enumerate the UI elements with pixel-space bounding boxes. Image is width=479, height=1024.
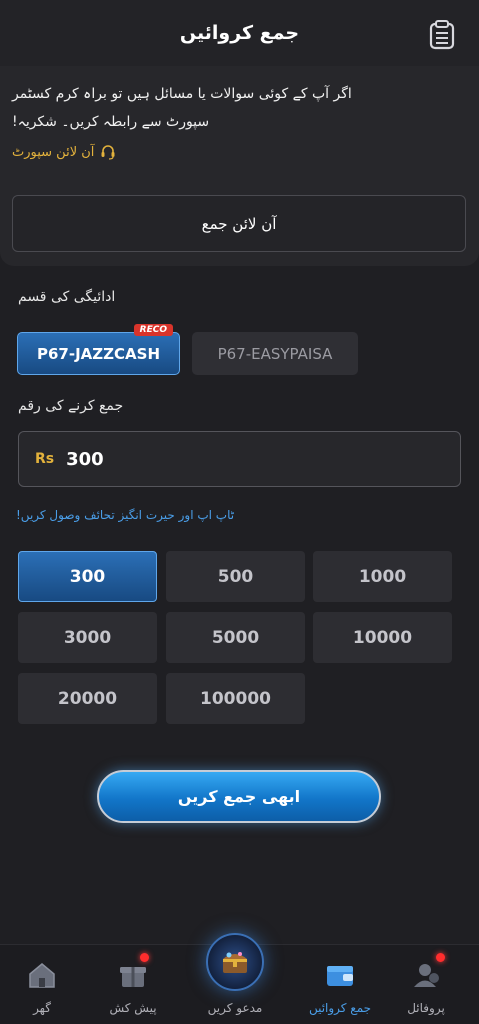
deposit-now-button[interactable]: ابھی جمع کریں bbox=[97, 770, 381, 823]
gift-icon bbox=[120, 967, 146, 987]
offers-notification-dot bbox=[140, 953, 149, 962]
tab-home[interactable]: گھر bbox=[2, 955, 82, 1021]
online-support-label: آن لائن سپورٹ bbox=[12, 144, 95, 160]
payment-type-label: ادائیگی کی قسم bbox=[18, 289, 116, 305]
home-icon bbox=[29, 963, 55, 988]
headset-icon bbox=[101, 145, 115, 160]
header: جمع کروائیں bbox=[0, 0, 479, 66]
recommended-badge: RECO bbox=[133, 324, 173, 336]
amount-option-3000[interactable]: 3000 bbox=[18, 612, 157, 663]
payment-method-easypaisa[interactable]: P67-EASYPAISA bbox=[192, 332, 358, 375]
amount-option-100000[interactable]: 100000 bbox=[166, 673, 305, 724]
treasure-chest-icon bbox=[223, 952, 247, 973]
tab-home-label: گھر bbox=[33, 1001, 51, 1015]
tab-offers[interactable]: پیش کش bbox=[93, 953, 173, 1021]
payment-method-jazzcash[interactable]: P67-JAZZCASH RECO bbox=[17, 324, 180, 375]
tab-profile-label: پروفائل bbox=[407, 1001, 445, 1015]
page-title: جمع کروائیں bbox=[179, 22, 300, 44]
amount-input[interactable] bbox=[66, 448, 367, 470]
support-info-card: اگر آپ کے کوئی سوالات یا مسائل ہیں تو بر… bbox=[0, 66, 479, 266]
tab-deposit-label: جمع کروائیں bbox=[308, 1001, 372, 1015]
amount-option-5000[interactable]: 5000 bbox=[166, 612, 305, 663]
clipboard-list-icon bbox=[429, 20, 455, 50]
amount-option-300[interactable]: 300 bbox=[18, 551, 157, 602]
user-icon bbox=[414, 964, 439, 987]
tab-invite[interactable] bbox=[206, 933, 264, 991]
promo-text: ٹاپ اپ اور حیرت انگیز تحائف وصول کریں! bbox=[16, 508, 235, 522]
payment-method-label: P67-EASYPAISA bbox=[217, 344, 333, 363]
amount-option-500[interactable]: 500 bbox=[166, 551, 305, 602]
support-message: اگر آپ کے کوئی سوالات یا مسائل ہیں تو بر… bbox=[12, 80, 465, 136]
currency-label: Rs bbox=[35, 451, 55, 467]
support-message-line2: سپورٹ سے رابطہ کریں۔ شکریہ! bbox=[12, 114, 210, 130]
online-deposit-button[interactable]: آن لائن جمع bbox=[12, 195, 466, 252]
profile-notification-dot bbox=[436, 953, 445, 962]
deposit-amount-label: جمع کرنے کی رقم bbox=[18, 398, 124, 414]
online-support-link[interactable]: آن لائن سپورٹ bbox=[12, 144, 116, 160]
tab-invite-label: مدعو کریں bbox=[207, 1001, 263, 1015]
amount-field[interactable]: Rs bbox=[18, 431, 461, 487]
support-message-line1: اگر آپ کے کوئی سوالات یا مسائل ہیں تو بر… bbox=[12, 86, 352, 102]
tab-offers-label: پیش کش bbox=[109, 1001, 157, 1015]
amount-option-10000[interactable]: 10000 bbox=[313, 612, 452, 663]
deposit-records-button[interactable] bbox=[429, 20, 455, 50]
amount-option-20000[interactable]: 20000 bbox=[18, 673, 157, 724]
wallet-icon bbox=[327, 966, 353, 986]
tab-profile[interactable]: پروفائل bbox=[386, 953, 466, 1021]
amount-option-1000[interactable]: 1000 bbox=[313, 551, 452, 602]
tab-deposit[interactable]: جمع کروائیں bbox=[300, 955, 380, 1021]
payment-method-label: P67-JAZZCASH bbox=[36, 344, 160, 363]
